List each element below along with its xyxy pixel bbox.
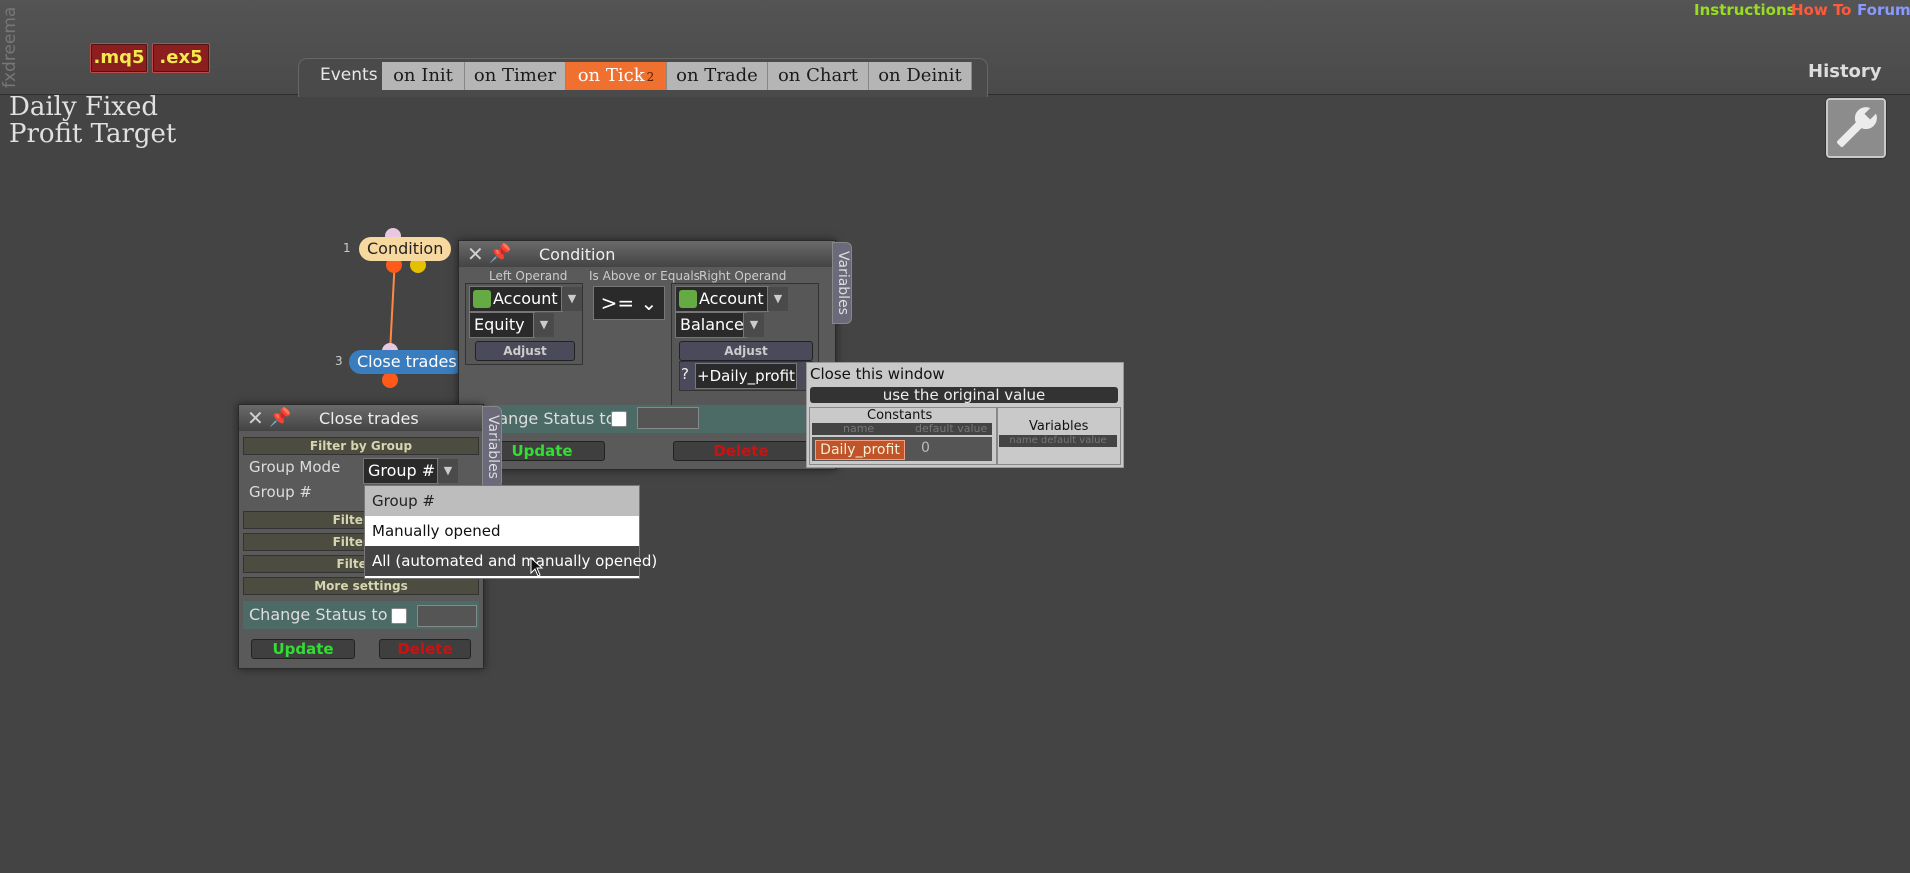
account-icon — [473, 290, 491, 308]
close-icon[interactable]: ✕ — [247, 406, 264, 430]
node-output-connector[interactable] — [382, 372, 398, 388]
change-status-field[interactable] — [637, 407, 699, 429]
adjust-help-icon[interactable]: ? — [681, 365, 689, 383]
tab-badge: 2 — [646, 70, 655, 84]
constant-default-value: 0 — [921, 440, 930, 456]
how-to-link[interactable]: How To — [1791, 1, 1851, 19]
group-mode-select[interactable]: Group # — [363, 458, 439, 484]
chevron-down-icon[interactable]: ▼ — [743, 313, 764, 337]
left-operand-label: Left Operand — [489, 269, 568, 283]
use-original-value-button[interactable]: use the original value — [810, 387, 1118, 403]
pin-icon[interactable]: 📌 — [489, 243, 511, 264]
node-close-trades[interactable]: 3 Close trades — [335, 350, 465, 374]
project-title: Daily Fixed Profit Target — [9, 92, 177, 149]
node-number: 3 — [335, 354, 343, 368]
change-status-checkbox[interactable] — [611, 411, 627, 427]
right-adjust-button[interactable]: Adjust — [679, 341, 813, 361]
node-number: 1 — [343, 241, 351, 255]
close-icon[interactable]: ✕ — [467, 242, 484, 266]
tab-on-timer[interactable]: on Timer — [465, 62, 566, 90]
forum-link[interactable]: Forum — [1857, 1, 1910, 19]
tab-on-trade[interactable]: on Trade — [667, 62, 768, 90]
chevron-down-icon[interactable]: ▼ — [767, 287, 788, 311]
dropdown-option[interactable]: Group # — [365, 486, 639, 516]
pin-icon[interactable]: 📌 — [269, 407, 291, 428]
delete-button[interactable]: Delete — [673, 441, 809, 461]
constants-name-header: name — [843, 422, 875, 435]
node-label: Close trades — [349, 350, 465, 374]
tab-on-chart[interactable]: on Chart — [768, 62, 869, 90]
left-adjust-button[interactable]: Adjust — [475, 341, 575, 361]
condition-window: ✕ 📌 Condition Left Operand Is Above or E… — [458, 240, 836, 470]
change-status-checkbox[interactable] — [391, 608, 407, 624]
left-operand-type-select[interactable]: Account — [469, 286, 563, 312]
constants-default-header: default value — [915, 422, 988, 435]
chevron-down-icon[interactable]: ▼ — [561, 287, 582, 311]
constants-popup: Close this window use the original value… — [806, 362, 1124, 468]
tab-on-init[interactable]: on Init — [382, 62, 465, 90]
node-condition[interactable]: 1 Condition — [343, 237, 452, 261]
operator-select[interactable]: >= ⌄ — [593, 286, 665, 320]
brand-logo: fxdreema — [0, 6, 20, 88]
variables-header: Variables — [1029, 419, 1089, 434]
history-link[interactable]: History — [1808, 61, 1882, 82]
update-button[interactable]: Update — [251, 639, 355, 659]
change-status-label: Change Status to — [249, 605, 388, 624]
node-label: Condition — [359, 237, 452, 261]
chevron-down-icon[interactable]: ▼ — [533, 313, 554, 337]
events-label: Events — [320, 65, 378, 85]
operator-label: Is Above or Equals — [589, 269, 700, 283]
delete-button[interactable]: Delete — [379, 639, 471, 659]
variables-tab[interactable]: Variables — [482, 406, 502, 488]
close-window-link[interactable]: Close this window — [810, 365, 945, 383]
constants-header: Constants — [867, 408, 933, 423]
window-title: Close trades — [319, 409, 419, 428]
group-mode-dropdown: Group # Manually opened All (automated a… — [364, 485, 657, 579]
left-operand-value-select[interactable]: Equity — [469, 312, 535, 338]
group-mode-label: Group Mode — [249, 458, 341, 476]
dropdown-option[interactable]: Manually opened — [365, 516, 639, 546]
dropdown-option-highlighted[interactable]: All (automated and manually opened) — [365, 546, 657, 576]
change-status-field[interactable] — [417, 605, 477, 627]
window-title: Condition — [539, 245, 616, 264]
right-operand-value-select[interactable]: Balance — [675, 312, 747, 338]
download-mq5-button[interactable]: .mq5 — [90, 43, 148, 73]
adjust-value-field[interactable]: +Daily_profit — [695, 363, 797, 389]
account-icon — [679, 290, 697, 308]
instructions-link[interactable]: Instructions — [1694, 1, 1796, 19]
window-title-bar[interactable] — [459, 241, 835, 267]
settings-button[interactable] — [1826, 98, 1886, 158]
wrench-icon — [1837, 103, 1881, 147]
variables-table-header: name default value — [999, 435, 1117, 447]
tab-on-tick[interactable]: on Tick 2 — [566, 62, 667, 90]
chevron-down-icon[interactable]: ▼ — [437, 459, 458, 483]
download-ex5-button[interactable]: .ex5 — [152, 43, 210, 73]
more-settings-section[interactable]: More settings — [243, 577, 479, 595]
group-number-label: Group # — [249, 483, 313, 501]
right-operand-type-select[interactable]: Account — [675, 286, 769, 312]
tab-on-deinit[interactable]: on Deinit — [869, 62, 972, 90]
filter-by-group-section[interactable]: Filter by Group — [243, 437, 479, 455]
constant-name-button[interactable]: Daily_profit — [815, 440, 905, 460]
right-operand-label: Right Operand — [699, 269, 787, 283]
mouse-cursor-icon — [530, 557, 544, 577]
variables-tab[interactable]: Variables — [832, 242, 852, 324]
